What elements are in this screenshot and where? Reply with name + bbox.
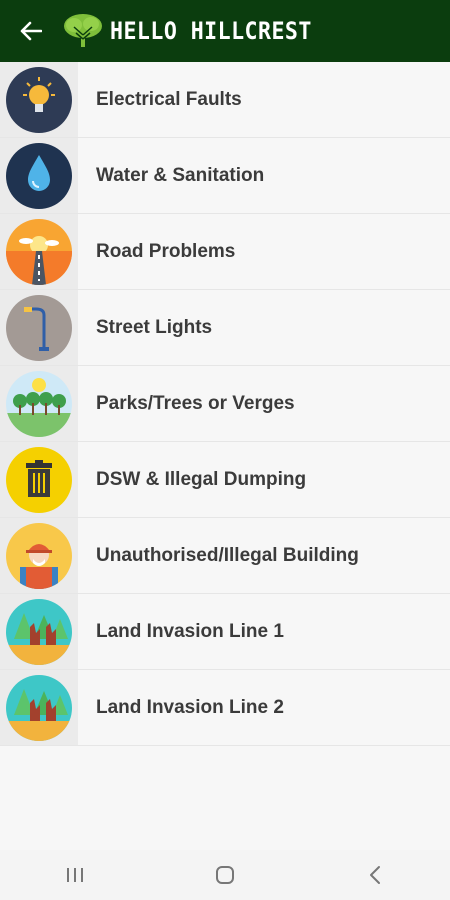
category-list: Electrical Faults Water & Sanitation Roa…: [0, 62, 450, 746]
icon-cell: [0, 442, 78, 517]
category-label: Water & Sanitation: [96, 164, 265, 186]
icon-cell: [0, 594, 78, 669]
category-item[interactable]: DSW & Illegal Dumping: [0, 442, 450, 518]
category-label: Road Problems: [96, 240, 236, 262]
category-item[interactable]: Land Invasion Line 2: [0, 670, 450, 746]
category-item[interactable]: Unauthorised/Illegal Building: [0, 518, 450, 594]
category-label: Parks/Trees or Verges: [96, 392, 295, 414]
icon-cell: [0, 670, 78, 745]
category-label: Land Invasion Line 2: [96, 696, 284, 718]
trash-bin-icon: [6, 446, 72, 513]
category-item[interactable]: Street Lights: [0, 290, 450, 366]
category-item[interactable]: Road Problems: [0, 214, 450, 290]
icon-cell: [0, 366, 78, 441]
construction-worker-icon: [6, 522, 72, 589]
icon-cell: [0, 290, 78, 365]
app-bar: HELLO HILLCREST: [0, 0, 450, 62]
land-invasion-icon: [6, 674, 72, 741]
category-label: Street Lights: [96, 316, 213, 338]
icon-cell: [0, 138, 78, 213]
land-invasion-icon: [6, 598, 72, 665]
app-title: HELLO HILLCREST: [110, 17, 312, 45]
icon-cell: [0, 62, 78, 137]
icon-cell: [0, 214, 78, 289]
recent-apps-icon[interactable]: [55, 855, 95, 895]
icon-cell: [0, 518, 78, 593]
water-drop-icon: [6, 142, 72, 209]
category-label: Land Invasion Line 1: [96, 620, 284, 642]
category-item[interactable]: Water & Sanitation: [0, 138, 450, 214]
park-trees-icon: [6, 370, 72, 437]
category-label: DSW & Illegal Dumping: [96, 468, 307, 490]
home-icon[interactable]: [205, 855, 245, 895]
category-item[interactable]: Parks/Trees or Verges: [0, 366, 450, 442]
category-item[interactable]: Land Invasion Line 1: [0, 594, 450, 670]
category-label: Electrical Faults: [96, 88, 242, 110]
back-arrow-icon[interactable]: [18, 18, 44, 44]
tree-logo-icon: [62, 13, 104, 49]
lightbulb-icon: [6, 66, 72, 133]
street-light-icon: [6, 294, 72, 361]
category-label: Unauthorised/Illegal Building: [96, 544, 359, 566]
back-icon[interactable]: [355, 855, 395, 895]
system-navigation-bar: [0, 850, 450, 900]
road-icon: [6, 218, 72, 285]
category-item[interactable]: Electrical Faults: [0, 62, 450, 138]
